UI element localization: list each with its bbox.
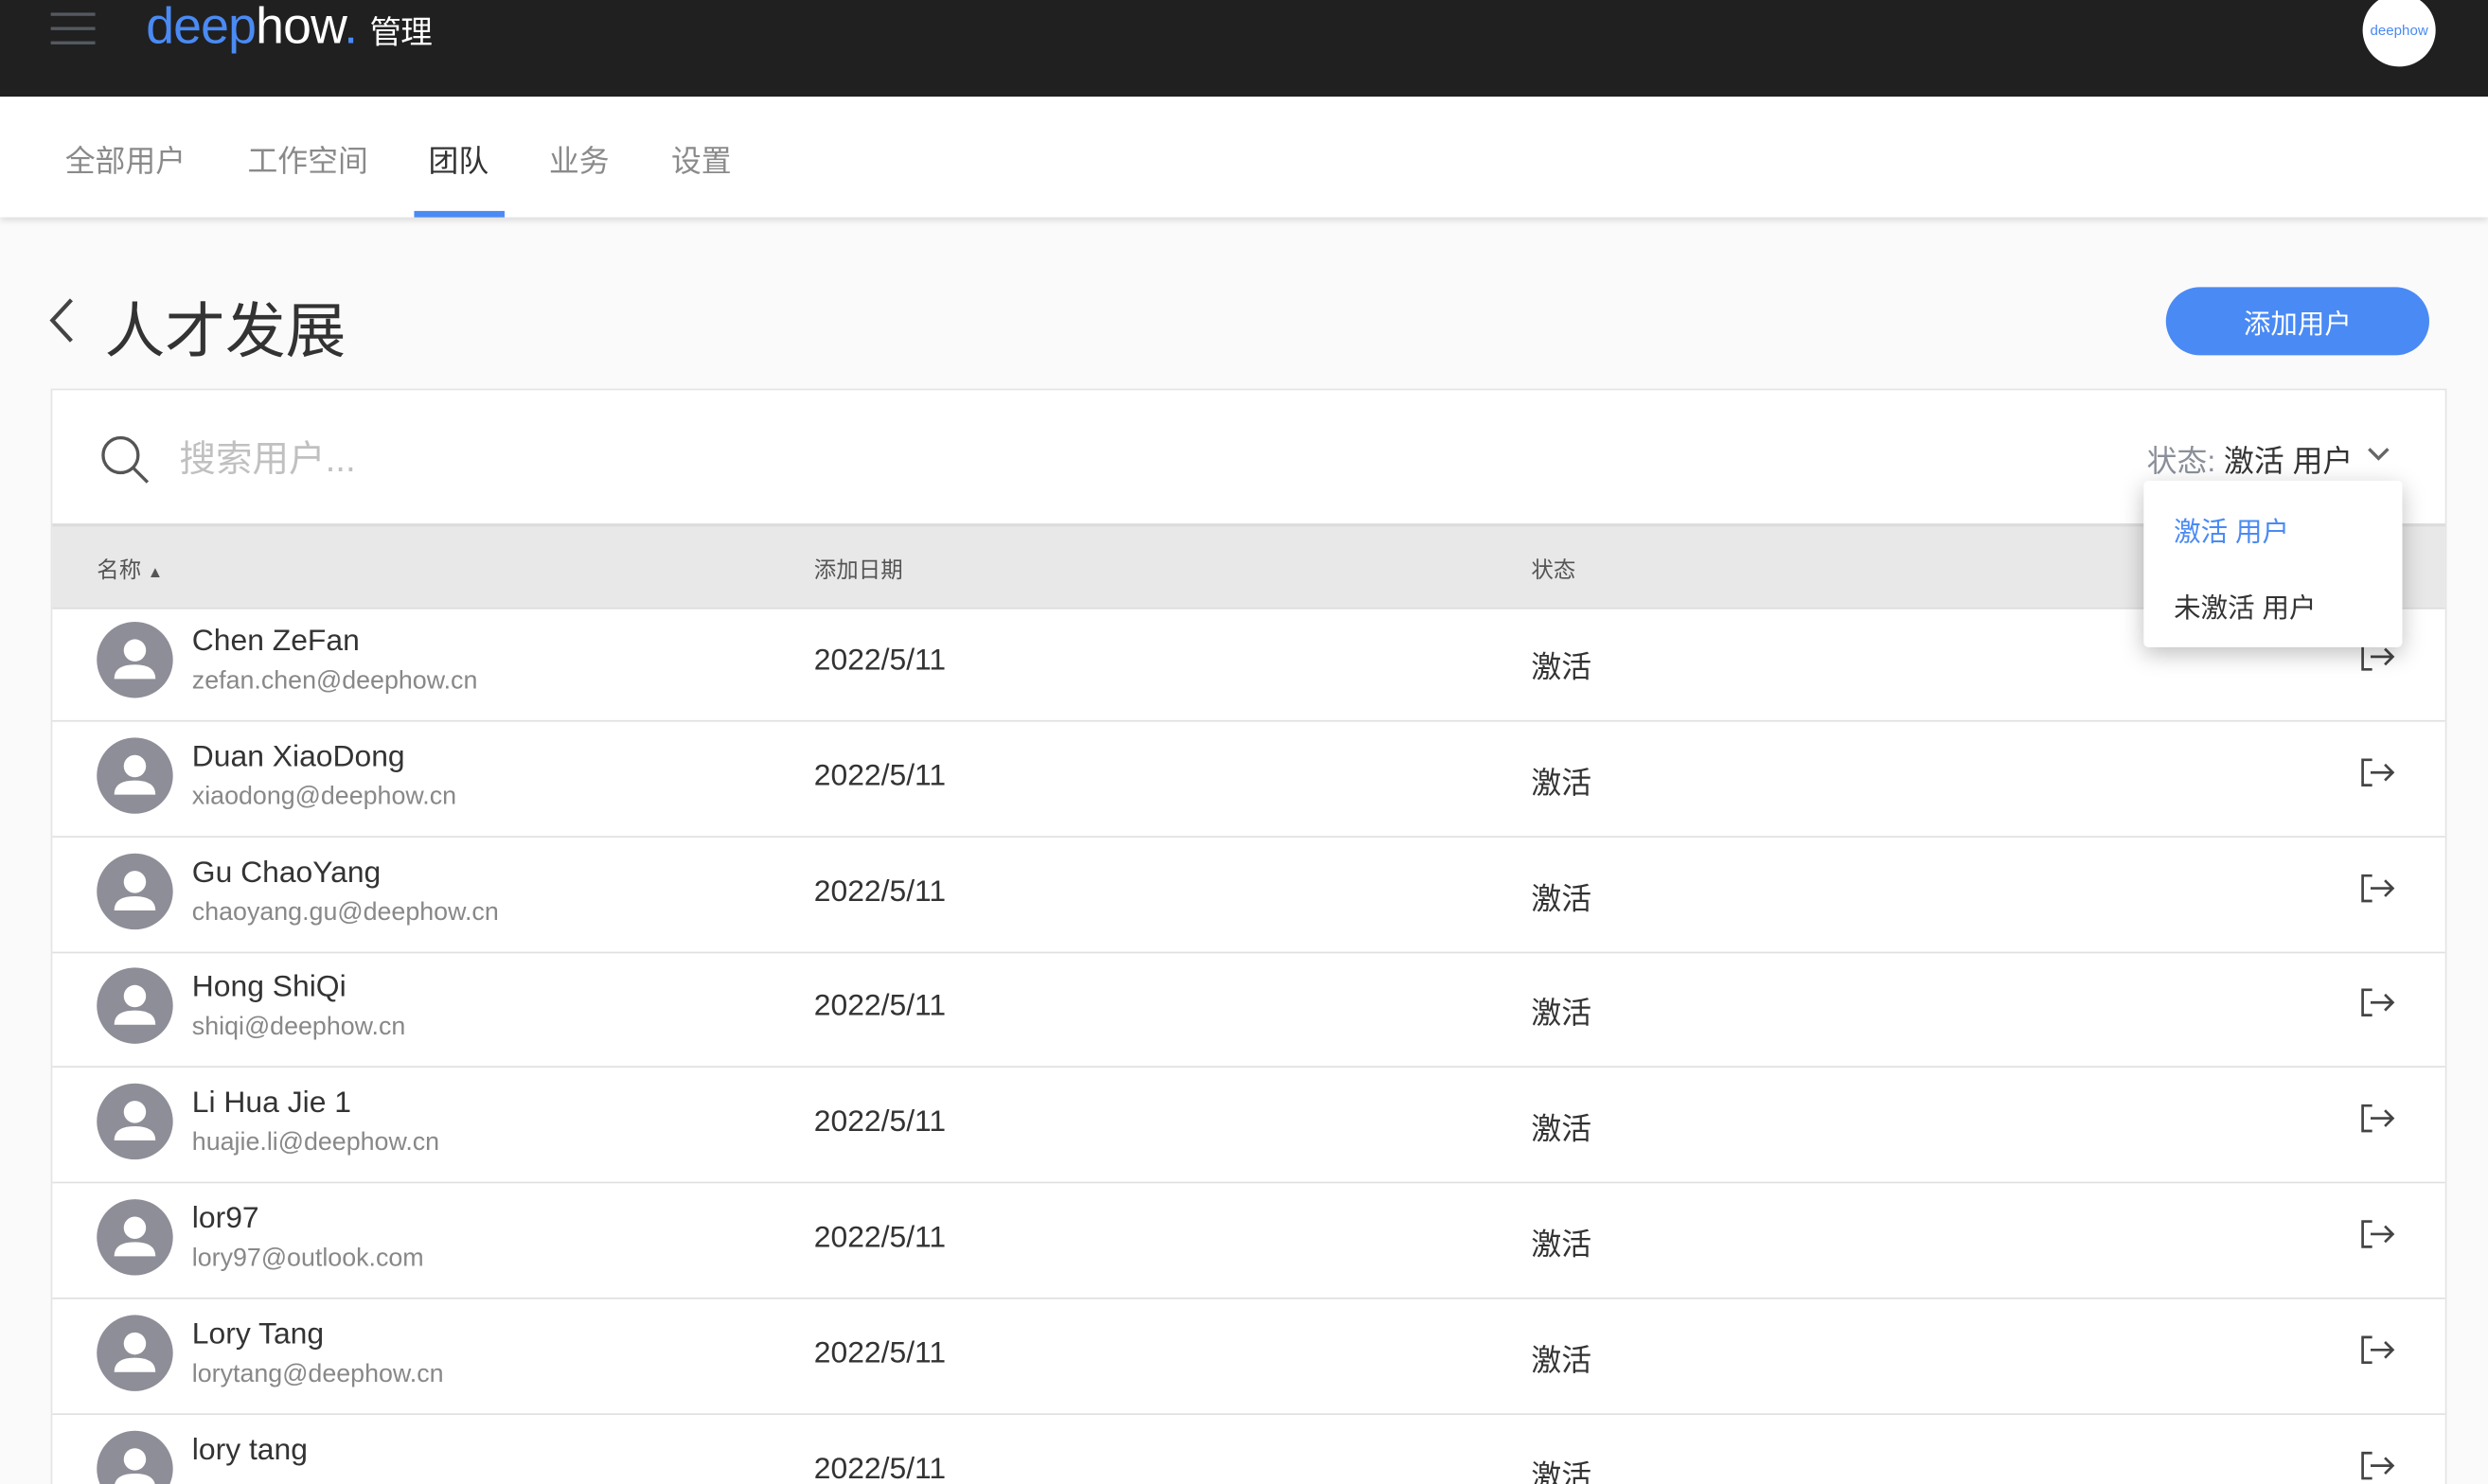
remove-user-icon[interactable] — [2359, 872, 2397, 904]
user-name: Hong ShiQi — [191, 971, 347, 1005]
chevron-down-icon[interactable] — [2366, 444, 2391, 463]
users-card: 状态: 激活 用户 名称 ▲ 添加日期 状态 Chen ZeFan zefan.… — [50, 388, 2447, 1484]
tab-all-users[interactable]: 全部用户 — [65, 138, 186, 181]
avatar — [97, 1199, 173, 1276]
added-date: 2022/5/11 — [813, 1452, 947, 1484]
table-row[interactable]: Duan XiaoDong xiaodong@deephow.cn 2022/5… — [52, 721, 2445, 838]
user-icon — [114, 754, 156, 795]
search-input[interactable] — [176, 425, 1135, 492]
user-status: 激活 — [1531, 651, 1592, 686]
added-date: 2022/5/11 — [813, 1105, 947, 1140]
active-tab-indicator — [414, 210, 505, 218]
logo[interactable]: deephow. 管理 — [146, 0, 433, 56]
avatar — [97, 1430, 173, 1484]
user-email: shiqi@deephow.cn — [191, 1014, 406, 1042]
filter-value: 激活 用户 — [2224, 445, 2354, 480]
added-date: 2022/5/11 — [813, 990, 947, 1024]
add-user-button[interactable]: 添加用户 — [2165, 287, 2429, 356]
user-status: 激活 — [1531, 1228, 1592, 1263]
user-status: 激活 — [1531, 1459, 1592, 1484]
user-email: huajie.li@deephow.cn — [191, 1129, 440, 1157]
remove-user-icon[interactable] — [2359, 1103, 2397, 1135]
table-row[interactable]: Gu ChaoYang chaoyang.gu@deephow.cn 2022/… — [52, 837, 2445, 953]
user-name: Li Hua Jie 1 — [191, 1086, 351, 1121]
admin-label: 管理 — [369, 15, 433, 51]
user-email: lory97@outlook.com — [191, 1245, 424, 1273]
remove-user-icon[interactable] — [2359, 756, 2397, 788]
user-name: lory tang — [191, 1433, 308, 1467]
remove-user-icon[interactable] — [2359, 987, 2397, 1019]
user-icon — [114, 870, 156, 910]
tab-settings[interactable]: 设置 — [671, 138, 732, 181]
user-icon — [114, 1216, 156, 1257]
user-email: chaoyang.gu@deephow.cn — [191, 898, 499, 927]
added-date: 2022/5/11 — [813, 1336, 947, 1370]
table-row[interactable]: lor97 lory97@outlook.com 2022/5/11 激活 — [52, 1183, 2445, 1299]
menu-icon[interactable] — [50, 12, 96, 50]
avatar — [97, 853, 173, 929]
column-date: 添加日期 — [813, 556, 903, 583]
user-icon — [115, 1447, 155, 1484]
chevron-left-icon — [49, 298, 73, 343]
top-bar: deephow. 管理 deephow — [0, 0, 2488, 97]
table-row[interactable]: lory tang 2022/5/11 激活 — [52, 1414, 2444, 1484]
table-row[interactable]: Li Hua Jie 1 huajie.li@deephow.cn 2022/5… — [52, 1068, 2445, 1184]
avatar-text: deephow — [2370, 22, 2428, 39]
user-icon — [114, 1332, 156, 1372]
user-icon — [114, 639, 156, 680]
user-status: 激活 — [1531, 998, 1592, 1033]
added-date: 2022/5/11 — [813, 759, 947, 793]
status-dropdown-menu: 激活 用户 未激活 用户 — [2143, 480, 2403, 647]
avatar — [97, 1084, 173, 1160]
added-date: 2022/5/11 — [813, 874, 947, 909]
remove-user-icon[interactable] — [2359, 1334, 2397, 1366]
logo-part: deep — [146, 0, 257, 54]
user-icon — [114, 1101, 156, 1141]
tab-teams[interactable]: 团队 — [429, 138, 489, 181]
user-status: 激活 — [1531, 1344, 1592, 1379]
avatar — [97, 621, 173, 698]
table-header: 名称 ▲ 添加日期 状态 — [52, 523, 2445, 610]
user-name: Duan XiaoDong — [191, 740, 405, 774]
column-name[interactable]: 名称 ▲ — [97, 554, 163, 586]
user-email: xiaodong@deephow.cn — [191, 783, 457, 811]
remove-user-icon[interactable] — [2359, 1218, 2397, 1250]
user-email: zefan.chen@deephow.cn — [191, 667, 478, 696]
column-status: 状态 — [1531, 556, 1576, 583]
sort-asc-icon: ▲ — [147, 564, 164, 583]
avatar — [97, 737, 173, 814]
option-active-users[interactable]: 激活 用户 — [2174, 509, 2289, 549]
avatar — [97, 1315, 173, 1391]
user-email: lorytang@deephow.cn — [191, 1360, 444, 1388]
user-name: Lory Tang — [191, 1317, 325, 1352]
user-status: 激活 — [1531, 767, 1592, 802]
page-title: 人才发展 — [104, 299, 347, 367]
table-row[interactable]: Hong ShiQi shiqi@deephow.cn 2022/5/11 激活 — [52, 952, 2445, 1069]
user-status: 激活 — [1531, 882, 1592, 917]
remove-user-icon[interactable] — [2359, 1449, 2397, 1481]
user-name: lor97 — [191, 1202, 259, 1236]
user-name: Gu ChaoYang — [191, 856, 382, 890]
option-inactive-users[interactable]: 未激活 用户 — [2174, 585, 2316, 625]
user-status: 激活 — [1531, 1113, 1592, 1148]
app: deephow. 管理 deephow 全部用户 工作空间 团队 业务 设置 人才… — [0, 0, 2488, 1484]
user-avatar[interactable]: deephow — [2362, 0, 2436, 67]
column-name-label: 名称 — [97, 556, 142, 583]
added-date: 2022/5/11 — [813, 1221, 947, 1255]
logo-dot: . — [344, 0, 358, 54]
search-icon — [101, 435, 150, 484]
table-row[interactable]: Chen ZeFan zefan.chen@deephow.cn 2022/5/… — [52, 606, 2445, 722]
tab-workspaces[interactable]: 工作空间 — [247, 138, 367, 181]
logo-part: how — [256, 0, 345, 54]
table-row[interactable]: Lory Tang lorytang@deephow.cn 2022/5/11 … — [52, 1298, 2445, 1415]
added-date: 2022/5/11 — [813, 644, 947, 678]
user-icon — [114, 985, 156, 1026]
tab-business[interactable]: 业务 — [549, 138, 610, 181]
user-name: Chen ZeFan — [191, 625, 360, 659]
back-button[interactable] — [47, 295, 76, 359]
avatar — [97, 968, 173, 1045]
status-filter[interactable]: 状态: 激活 用户 — [2147, 438, 2354, 481]
nav-tabs: 全部用户 工作空间 团队 业务 设置 — [0, 97, 2488, 218]
filter-label: 状态: — [2146, 445, 2225, 480]
